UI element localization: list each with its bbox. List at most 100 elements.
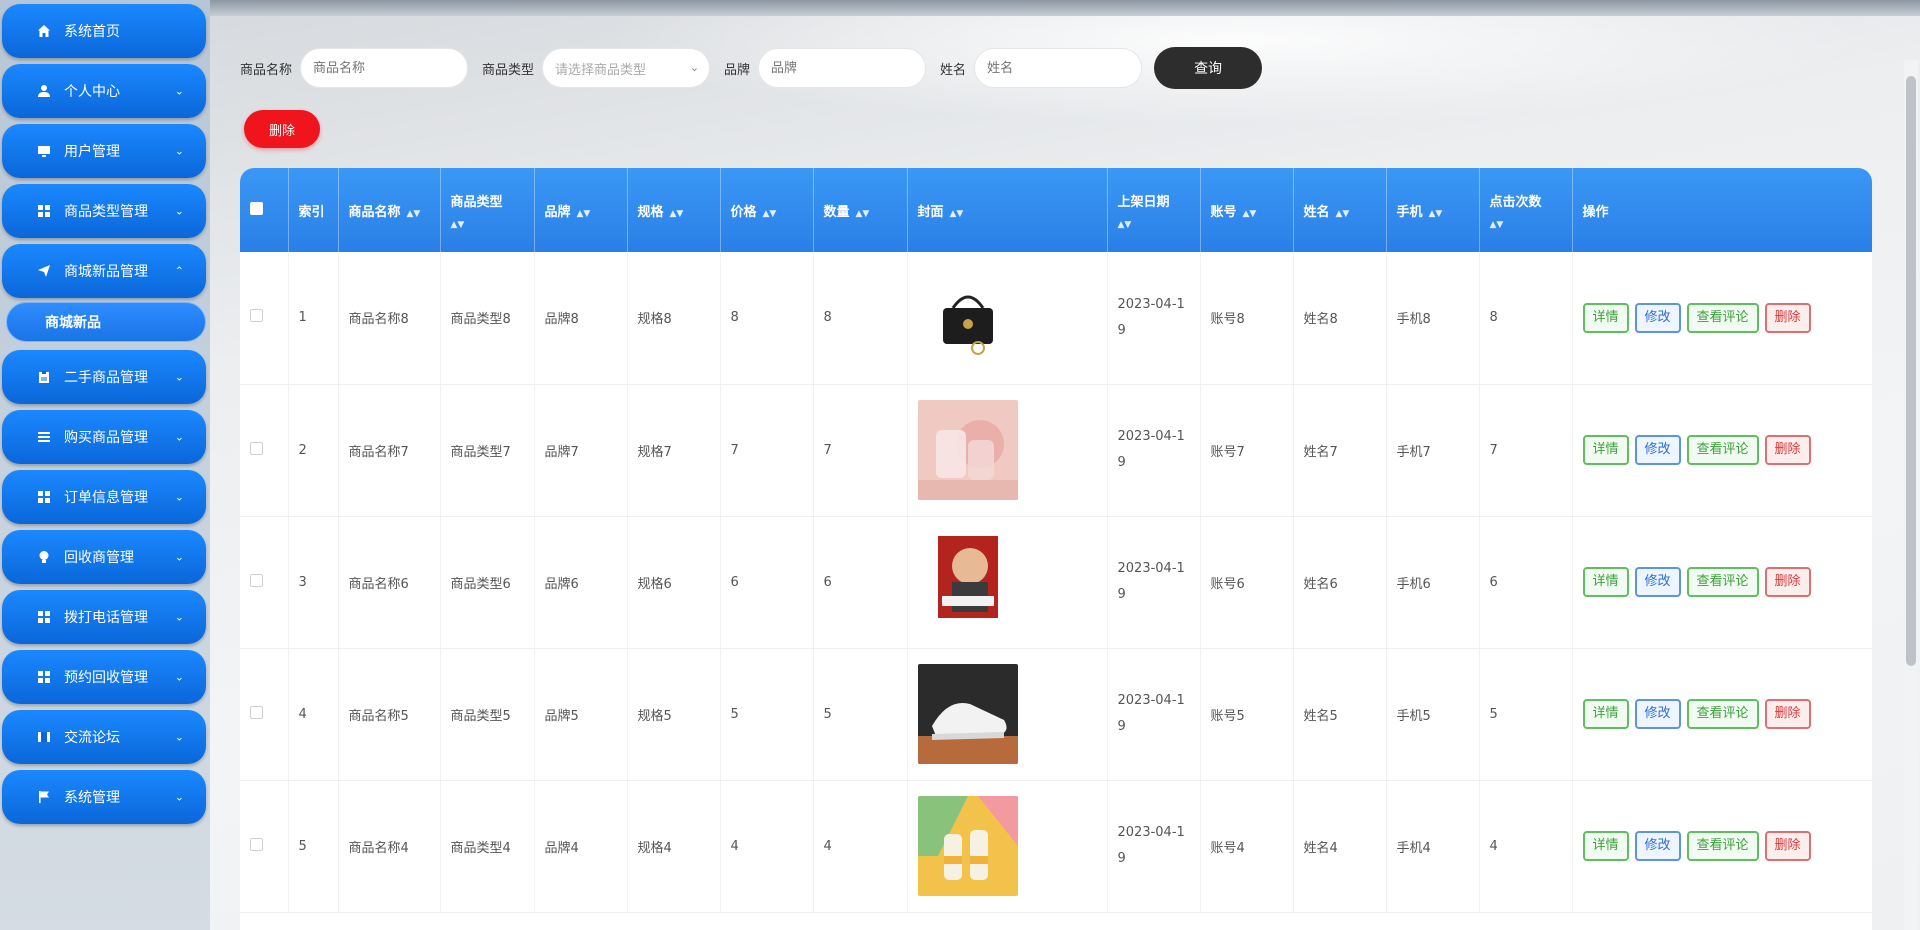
cell-account: 账号8 [1200,252,1294,385]
sidebar-item-user-management[interactable]: 用户管理 ⌄ [2,124,206,178]
sidebar-item-label: 交流论坛 [64,730,120,746]
col-phone[interactable]: 手机 ▲▼ [1386,168,1480,252]
select-all-checkbox[interactable] [250,201,263,215]
cell-clicks: 7 [1479,384,1573,517]
cell-operations: 详情 修改 查看评论 删除 [1572,516,1872,649]
row-checkbox[interactable] [250,309,263,323]
sort-icon[interactable]: ▲▼ [950,209,964,219]
cell-price: 4 [720,780,814,913]
product-type-label: 商品类型 [482,62,535,78]
col-spec[interactable]: 规格 ▲▼ [627,168,721,252]
chevron-down-icon: ⌄ [174,670,184,684]
chevron-up-icon: ⌃ [174,264,184,278]
view-reviews-button[interactable]: 查看评论 [1686,699,1759,729]
col-quantity[interactable]: 数量 ▲▼ [813,168,908,252]
chevron-down-icon: ⌄ [174,370,184,384]
row-checkbox[interactable] [250,837,263,851]
product-name-input[interactable] [300,48,469,88]
sidebar-item-reservation[interactable]: 预约回收管理 ⌄ [2,650,206,704]
chevron-down-icon: ⌄ [174,204,184,218]
sidebar-item-phone-calls[interactable]: 拨打电话管理 ⌄ [2,590,206,644]
query-button[interactable]: 查询 [1154,47,1263,89]
sidebar-item-purchase[interactable]: 购买商品管理 ⌄ [2,410,206,464]
sidebar-item-system[interactable]: 系统管理 ⌄ [2,770,206,824]
sidebar-item-forum[interactable]: 交流论坛 ⌄ [2,710,206,764]
edit-button[interactable]: 修改 [1634,435,1681,465]
scrollbar-thumb[interactable] [1906,76,1916,666]
edit-button[interactable]: 修改 [1634,567,1681,597]
sidebar-item-label: 回收商管理 [64,550,134,566]
edit-button[interactable]: 修改 [1634,302,1681,333]
select-all-cell[interactable] [240,168,289,252]
detail-button[interactable]: 详情 [1582,831,1629,861]
person-name-input[interactable] [974,48,1143,88]
cell-cover [907,252,1108,385]
sort-icon[interactable]: ▲▼ [407,209,421,219]
delete-button[interactable]: 删除 [1764,567,1811,597]
sort-icon[interactable]: ▲▼ [856,209,870,219]
cover-image-sneaker [917,664,1018,764]
delete-button[interactable]: 删除 [1764,302,1811,333]
cell-person: 姓名8 [1293,252,1387,385]
cover-image-cups [917,400,1018,500]
sidebar-item-orders[interactable]: 订单信息管理 ⌄ [2,470,206,524]
row-checkbox[interactable] [250,441,263,455]
cell-quantity: 6 [813,516,908,649]
col-person[interactable]: 姓名 ▲▼ [1293,168,1387,252]
cell-product-name: 商品名称8 [338,252,441,385]
col-product-name[interactable]: 商品名称 ▲▼ [338,168,441,252]
sort-icon[interactable]: ▲▼ [577,209,591,219]
view-reviews-button[interactable]: 查看评论 [1686,302,1759,333]
delete-button[interactable]: 删除 [1764,699,1811,729]
delete-button[interactable]: 删除 [1764,831,1811,861]
sort-icon[interactable]: ▲▼ [1490,220,1562,230]
cell-quantity: 7 [813,384,908,517]
row-checkbox[interactable] [250,705,263,719]
sort-icon[interactable]: ▲▼ [1243,209,1257,219]
product-type-select[interactable]: 请选择商品类型 ⌄ [542,48,711,88]
sidebar-item-recyclers[interactable]: 回收商管理 ⌄ [2,530,206,584]
detail-button[interactable]: 详情 [1582,699,1629,729]
sort-icon[interactable]: ▲▼ [1118,220,1190,230]
sort-icon[interactable]: ▲▼ [670,209,684,219]
col-date[interactable]: 上架日期 ▲▼ [1107,168,1201,252]
sidebar-item-personal-center[interactable]: 个人中心 ⌄ [2,64,206,118]
person-name-label: 姓名 [940,62,967,78]
col-cover[interactable]: 封面 ▲▼ [907,168,1108,252]
col-account[interactable]: 账号 ▲▼ [1200,168,1294,252]
col-product-type[interactable]: 商品类型 ▲▼ [440,168,535,252]
sidebar-item-new-products[interactable]: 商城新品管理 ⌃ [2,244,206,298]
edit-button[interactable]: 修改 [1634,831,1681,861]
col-brand[interactable]: 品牌 ▲▼ [534,168,628,252]
cell-operations: 详情 修改 查看评论 删除 [1572,648,1872,781]
sort-icon[interactable]: ▲▼ [763,209,777,219]
cell-spec: 规格6 [627,516,721,649]
row-checkbox[interactable] [250,573,263,587]
top-strip [210,0,1920,16]
sort-icon[interactable]: ▲▼ [1336,209,1350,219]
sidebar-subitem-new-products[interactable]: 商城新品 [6,302,206,342]
sidebar-item-secondhand[interactable]: 二手商品管理 ⌄ [2,350,206,404]
sidebar-item-label: 预约回收管理 [64,670,148,686]
edit-button[interactable]: 修改 [1634,699,1681,729]
table-row: 3 商品名称6 商品类型6 品牌6 规格6 6 6 2023-04-1 9 账号… [240,516,1872,649]
detail-button[interactable]: 详情 [1582,435,1629,465]
sort-icon[interactable]: ▲▼ [451,220,524,230]
batch-delete-button[interactable]: 删除 [244,110,320,148]
cell-price: 7 [720,384,814,517]
cell-product-type: 商品类型5 [440,648,535,781]
col-price[interactable]: 价格 ▲▼ [720,168,814,252]
cell-clicks: 6 [1479,516,1573,649]
sort-icon[interactable]: ▲▼ [1429,209,1443,219]
detail-button[interactable]: 详情 [1582,567,1629,597]
col-clicks[interactable]: 点击次数 ▲▼ [1479,168,1573,252]
sidebar-item-home[interactable]: 系统首页 [2,4,206,58]
delete-button[interactable]: 删除 [1764,435,1811,465]
view-reviews-button[interactable]: 查看评论 [1686,567,1759,597]
cell-spec: 规格4 [627,780,721,913]
detail-button[interactable]: 详情 [1582,302,1629,333]
view-reviews-button[interactable]: 查看评论 [1686,435,1759,465]
sidebar-item-product-type[interactable]: 商品类型管理 ⌄ [2,184,206,238]
brand-input[interactable] [758,48,927,88]
view-reviews-button[interactable]: 查看评论 [1686,831,1759,861]
